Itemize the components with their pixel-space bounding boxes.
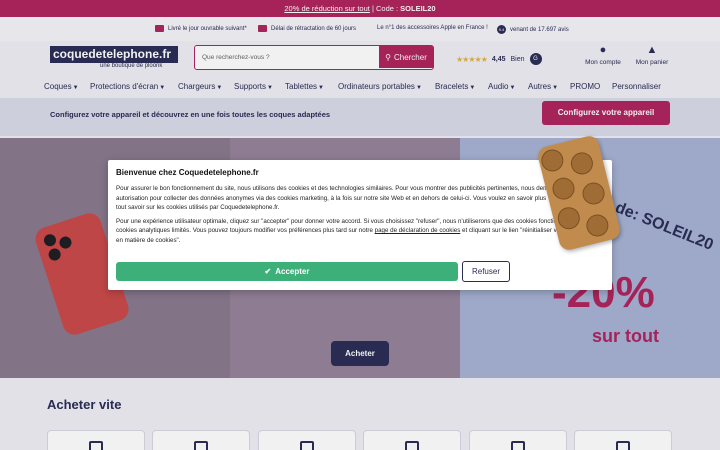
cookie-graphic: [555, 204, 583, 232]
checkmark-icon: ✔: [264, 267, 272, 276]
accept-cookies-button[interactable]: ✔ Accepter: [116, 262, 458, 281]
cookie-paragraph-1: Pour assurer le bon fonctionnement du si…: [116, 184, 604, 213]
accept-label: Accepter: [275, 267, 310, 276]
cookie-graphic: [568, 150, 596, 177]
cookie-graphic: [580, 180, 607, 207]
cookie-graphic: [550, 175, 577, 202]
cookie-declaration-link[interactable]: page de déclaration de cookies: [375, 227, 461, 234]
cookie-graphic: [539, 147, 566, 174]
refuse-cookies-button[interactable]: Refuser: [462, 261, 510, 282]
modal-title: Bienvenue chez Coquedetelephone.fr: [116, 168, 259, 177]
cookie-graphic: [584, 212, 611, 239]
cookie-consent-modal: Bienvenue chez Coquedetelephone.fr Pour …: [108, 160, 612, 290]
cookie-paragraph-2: Pour une expérience utilisateur optimale…: [116, 217, 604, 246]
paragraph-text: Pour assurer le bon fonctionnement du si…: [116, 185, 585, 202]
